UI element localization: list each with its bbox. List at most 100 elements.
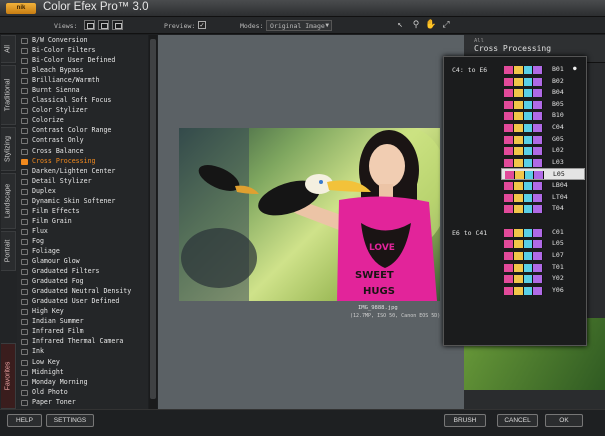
preset-option[interactable]: C01 (501, 227, 585, 239)
tab-all[interactable]: All (1, 35, 16, 63)
preset-option[interactable]: B05 (501, 99, 585, 111)
filter-item[interactable]: Contrast Only (17, 135, 148, 145)
filter-item[interactable]: Fog (17, 236, 148, 246)
tab-stylizing-label: Stylizing (4, 135, 12, 163)
preset-name: T04 (552, 204, 564, 213)
preset-thumbnail (504, 158, 543, 167)
preset-option[interactable]: G05 (501, 134, 585, 146)
filter-item[interactable]: Monday Morning (17, 377, 148, 387)
tab-traditional[interactable]: Traditional (1, 65, 16, 125)
filter-item[interactable]: Glamour Glow (17, 256, 148, 266)
filter-item[interactable]: Color Stylizer (17, 105, 148, 115)
preset-option[interactable]: LB04 (501, 180, 585, 192)
filter-item[interactable]: Ink (17, 346, 148, 356)
help-button[interactable]: HELP (7, 414, 42, 427)
filter-item[interactable]: Low Key (17, 357, 148, 367)
filter-item[interactable]: Duplex (17, 186, 148, 196)
filter-item[interactable]: High Key (17, 306, 148, 316)
preset-option[interactable]: L05 (501, 238, 585, 250)
preview-photo[interactable]: LOVE SWEET HUGS (179, 128, 440, 301)
preset-option[interactable]: B01 ● (501, 64, 585, 76)
svg-text:HUGS: HUGS (363, 286, 395, 297)
preset-thumbnail (504, 286, 543, 295)
cancel-button[interactable]: CANCEL (497, 414, 538, 427)
filter-item[interactable]: Detail Stylizer (17, 176, 148, 186)
filter-item[interactable]: Contrast Color Range (17, 125, 148, 135)
preset-thumbnail (504, 66, 543, 74)
preset-name: Y06 (552, 285, 564, 294)
fit-icon[interactable]: ⤢ (440, 20, 452, 31)
preset-name: B04 (552, 88, 564, 97)
preset-option[interactable]: Y06 (501, 285, 585, 297)
zoom-icon[interactable]: ⚲ (410, 20, 422, 31)
views-label: Views: (54, 22, 78, 30)
filter-item[interactable]: Indian Summer (17, 316, 148, 326)
filter-item[interactable]: Dynamic Skin Softener (17, 196, 148, 206)
preset-name: L05 (553, 170, 565, 179)
single-view-button[interactable] (84, 20, 95, 30)
preset-thumbnail (504, 193, 543, 202)
split-view-button[interactable] (98, 20, 109, 30)
filter-item[interactable]: Darken/Lighten Center (17, 166, 148, 176)
filter-item[interactable]: Midnight (17, 367, 148, 377)
preset-option[interactable]: L07 (501, 250, 585, 262)
image-filename: IMG_9888.jpg (358, 305, 398, 311)
preset-option[interactable]: B04 (501, 87, 585, 99)
preset-name: B05 (552, 99, 564, 108)
preset-name: B02 (552, 76, 564, 85)
tab-portrait[interactable]: Portrait (1, 231, 16, 271)
modes-dropdown[interactable]: Original Image ▼ (266, 20, 332, 31)
filter-item[interactable]: Bi-Color Filters (17, 45, 148, 55)
preset-thumbnail (504, 228, 543, 237)
preset-thumbnail (504, 100, 543, 109)
preset-name: L05 (552, 239, 564, 248)
filter-item[interactable]: Cross Balance (17, 146, 148, 156)
preset-option[interactable]: LT04 (501, 192, 585, 204)
preset-option[interactable]: L05 (501, 168, 585, 180)
filter-list-scrollbar[interactable] (149, 35, 157, 409)
tab-stylizing[interactable]: Stylizing (1, 127, 16, 171)
filter-item[interactable]: Brilliance/Warmth (17, 75, 148, 85)
filter-item[interactable]: Classical Soft Focus (17, 95, 148, 105)
pointer-icon[interactable]: ↖ (394, 20, 406, 31)
filter-item[interactable]: Film Effects (17, 206, 148, 216)
filter-item[interactable]: Cross Processing (17, 156, 148, 166)
side-by-side-view-button[interactable] (112, 20, 123, 30)
filter-item[interactable]: Old Photo (17, 387, 148, 397)
preset-thumbnail (504, 240, 543, 249)
filter-list: B/W Conversion Bi-Color Filters Bi-Color U… (17, 35, 148, 409)
preset-option[interactable]: T04 (501, 203, 585, 215)
filter-item[interactable]: Foliage (17, 246, 148, 256)
preset-option[interactable]: Y02 (501, 273, 585, 285)
filter-item[interactable]: Infrared Thermal Camera (17, 336, 148, 346)
preview-checkbox[interactable]: ✓ (198, 21, 206, 29)
filter-item[interactable]: Burnt Sienna (17, 85, 148, 95)
filter-item[interactable]: Flux (17, 226, 148, 236)
filter-item[interactable]: Bi-Color User Defined (17, 55, 148, 65)
filter-item[interactable]: Colorize (17, 115, 148, 125)
filter-item[interactable]: Paper Toner (17, 397, 148, 407)
filter-item[interactable]: Infrared Film (17, 326, 148, 336)
filter-item[interactable]: Graduated Filters (17, 266, 148, 276)
filter-item[interactable]: B/W Conversion (17, 35, 148, 45)
preset-option[interactable]: C04 (501, 122, 585, 134)
tab-landscape[interactable]: Landscape (1, 173, 16, 229)
preset-option[interactable]: T01 (501, 262, 585, 274)
preset-option[interactable]: B02 (501, 76, 585, 88)
filter-item[interactable]: Film Grain (17, 216, 148, 226)
filter-item[interactable]: Graduated Fog (17, 276, 148, 286)
settings-button[interactable]: SETTINGS (46, 414, 94, 427)
preset-option[interactable]: L03 (501, 157, 585, 169)
filter-item[interactable]: Graduated Neutral Density (17, 286, 148, 296)
preset-thumbnail (504, 77, 543, 86)
preview-label: Preview: (164, 22, 196, 30)
scroll-thumb[interactable] (150, 39, 156, 399)
ok-button[interactable]: OK (545, 414, 583, 427)
filter-item[interactable]: Bleach Bypass (17, 65, 148, 75)
tab-favorites[interactable]: Favorites (1, 343, 16, 409)
brush-button[interactable]: BRUSH (444, 414, 486, 427)
preset-option[interactable]: B10 (501, 110, 585, 122)
hand-icon[interactable]: ✋ (425, 20, 437, 31)
filter-item[interactable]: Graduated User Defined (17, 296, 148, 306)
preset-option[interactable]: L02 (501, 145, 585, 157)
